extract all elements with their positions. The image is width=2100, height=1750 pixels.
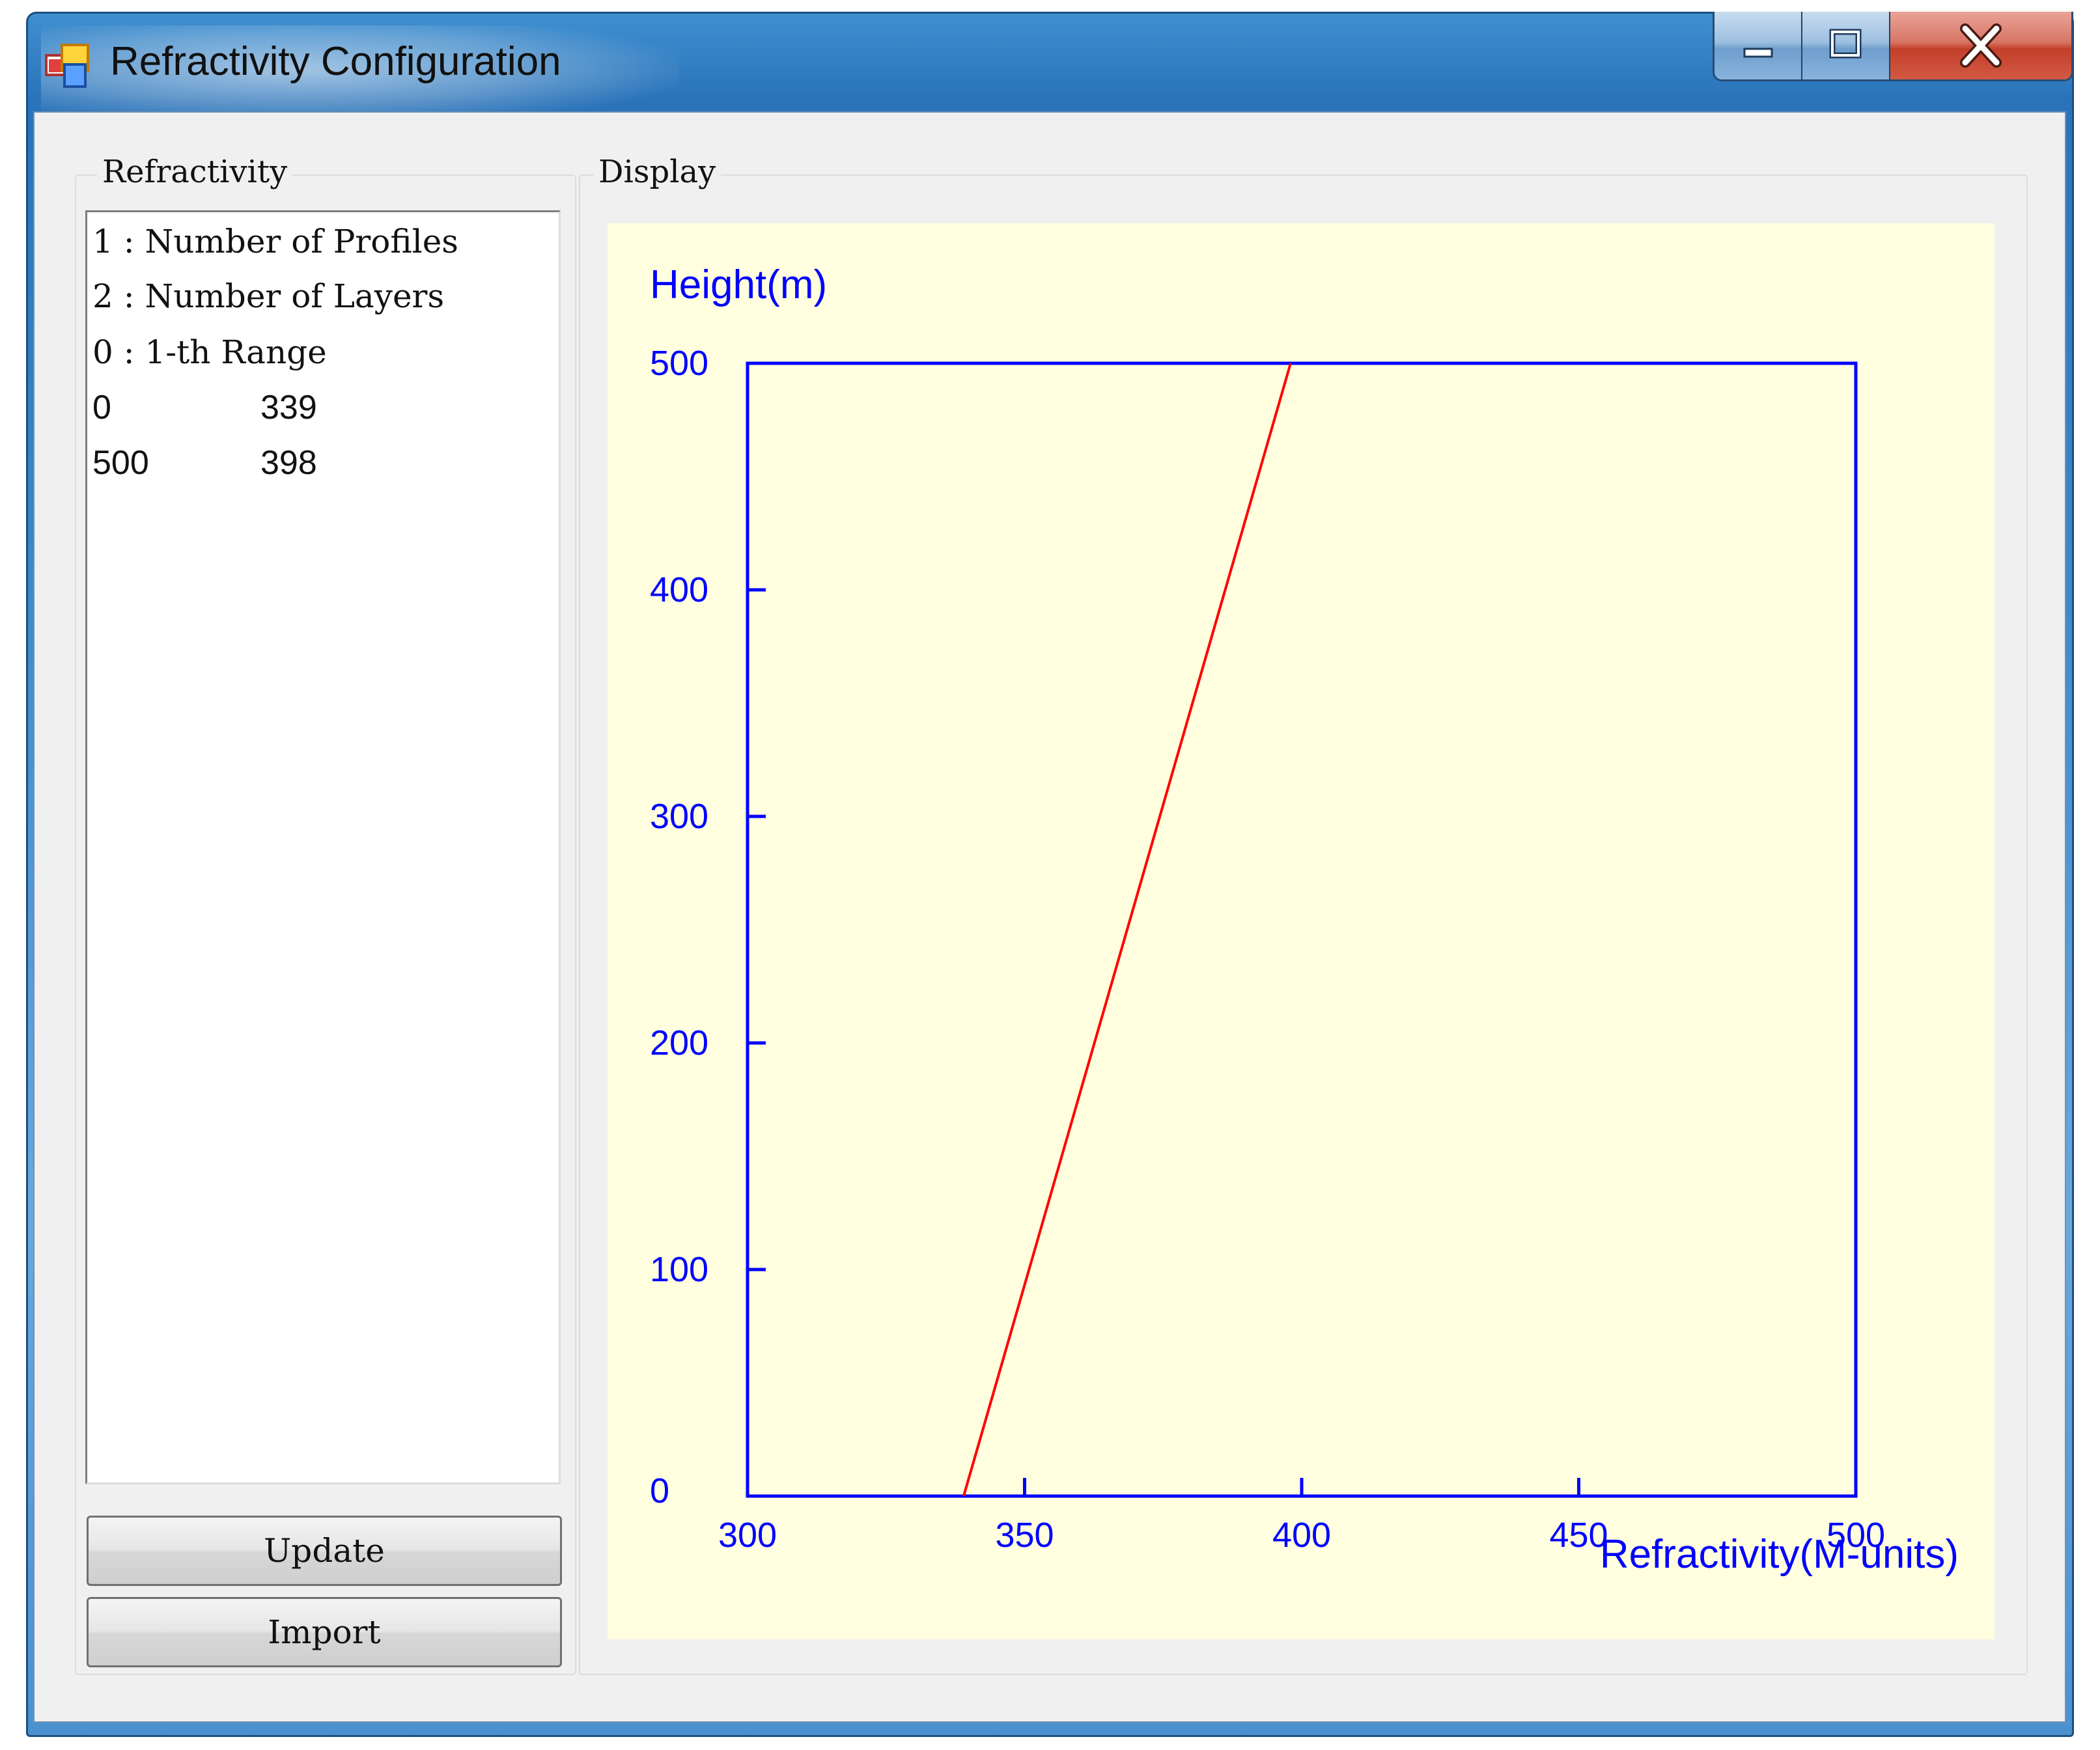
y-tick-label: 200 <box>650 1023 708 1062</box>
y-tick-label: 500 <box>650 344 708 383</box>
app-window: Refractivity Configuration Refractivity … <box>26 12 2074 1737</box>
minimize-icon <box>1743 48 1772 58</box>
plot-area: 0 100 200 300 400 500 300 350 400 450 500 Height(m… <box>608 223 1995 1639</box>
import-button[interactable]: Import <box>87 1597 562 1667</box>
window-title: Refractivity Configuration <box>110 39 561 84</box>
app-window-icon <box>45 44 89 88</box>
refractivity-group-label: Refractivity <box>97 154 293 190</box>
y-tick-label: 0 <box>650 1471 669 1510</box>
series-line <box>962 363 1292 1497</box>
maximize-button[interactable] <box>1802 12 1890 79</box>
refractivity-list[interactable]: 1 : Number of Profiles 2 : Number of Lay… <box>85 210 561 1484</box>
y-tick-label: 300 <box>650 797 708 836</box>
y-axis-label: Height(m) <box>650 262 827 307</box>
maximize-icon <box>1829 29 1861 59</box>
display-group-label: Display <box>593 154 721 190</box>
update-button[interactable]: Update <box>87 1516 562 1586</box>
minimize-button[interactable] <box>1715 12 1802 79</box>
close-icon <box>1960 23 2002 68</box>
caption-buttons <box>1713 12 2073 81</box>
title-bar[interactable]: Refractivity Configuration <box>28 12 2073 123</box>
x-tick-label: 400 <box>1272 1516 1331 1555</box>
y-tick-label: 400 <box>650 570 708 609</box>
client-area: Refractivity 1 : Number of Profiles 2 : … <box>33 111 2066 1723</box>
x-tick-label: 350 <box>995 1516 1054 1555</box>
x-axis-label: Refractivity(M-units) <box>1600 1532 1959 1577</box>
close-button[interactable] <box>1890 12 2071 79</box>
x-tick-label: 300 <box>718 1516 777 1555</box>
refractivity-chart: 0100200300400500300 350 400 450 500 Height(m… <box>650 262 1959 1577</box>
y-tick-label: 100 <box>650 1250 708 1289</box>
plot-frame <box>746 361 1858 1498</box>
